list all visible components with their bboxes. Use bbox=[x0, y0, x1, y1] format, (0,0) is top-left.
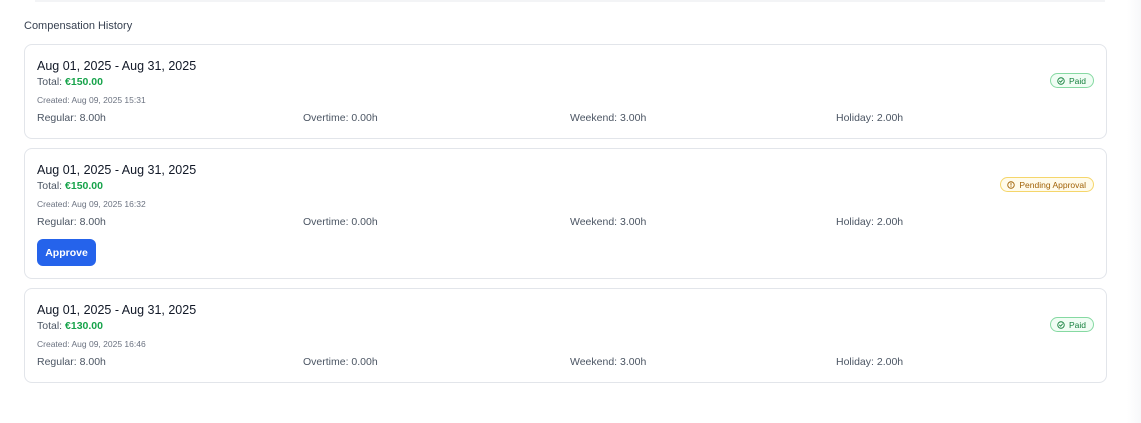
total-label: Total: bbox=[37, 320, 63, 332]
total-amount: €130.00 bbox=[65, 320, 103, 332]
compensation-card: Aug 01, 2025 - Aug 31, 2025 Total: €130.… bbox=[24, 288, 1107, 383]
created-timestamp: Created: Aug 09, 2025 16:32 bbox=[37, 199, 146, 209]
compensation-card: Aug 01, 2025 - Aug 31, 2025 Total: €150.… bbox=[24, 44, 1107, 139]
check-circle-icon bbox=[1057, 76, 1065, 85]
created-timestamp: Created: Aug 09, 2025 15:31 bbox=[37, 95, 146, 105]
overtime-hours: Overtime: 0.00h bbox=[303, 112, 378, 124]
holiday-hours: Holiday: 2.00h bbox=[836, 216, 904, 228]
total-label: Total: bbox=[37, 76, 63, 88]
pay-period: Aug 01, 2025 - Aug 31, 2025 bbox=[37, 303, 197, 317]
status-badge: Pending Approval bbox=[1000, 177, 1094, 192]
weekend-hours: Weekend: 3.00h bbox=[570, 112, 647, 124]
created-timestamp: Created: Aug 09, 2025 16:46 bbox=[37, 339, 146, 349]
overtime-hours: Overtime: 0.00h bbox=[303, 216, 378, 228]
holiday-hours: Holiday: 2.00h bbox=[836, 356, 904, 368]
overtime-hours: Overtime: 0.00h bbox=[303, 356, 378, 368]
total-line: Total: €150.00 bbox=[37, 180, 103, 192]
compensation-history-page: Compensation History Aug 01, 2025 - Aug … bbox=[0, 0, 1141, 423]
page-edge bbox=[1127, 0, 1141, 423]
weekend-hours: Weekend: 3.00h bbox=[570, 216, 647, 228]
total-amount: €150.00 bbox=[65, 76, 103, 88]
section-title: Compensation History bbox=[24, 20, 133, 32]
regular-hours: Regular: 8.00h bbox=[37, 112, 106, 124]
top-divider bbox=[35, 0, 1105, 2]
regular-hours: Regular: 8.00h bbox=[37, 216, 106, 228]
status-label: Pending Approval bbox=[1019, 179, 1086, 190]
pay-period: Aug 01, 2025 - Aug 31, 2025 bbox=[37, 163, 197, 177]
total-line: Total: €130.00 bbox=[37, 320, 103, 332]
total-line: Total: €150.00 bbox=[37, 76, 103, 88]
regular-hours: Regular: 8.00h bbox=[37, 356, 106, 368]
pay-period: Aug 01, 2025 - Aug 31, 2025 bbox=[37, 59, 197, 73]
total-label: Total: bbox=[37, 180, 63, 192]
weekend-hours: Weekend: 3.00h bbox=[570, 356, 647, 368]
total-amount: €150.00 bbox=[65, 180, 103, 192]
alert-circle-icon bbox=[1007, 180, 1016, 189]
status-badge: Paid bbox=[1049, 73, 1094, 88]
compensation-card: Aug 01, 2025 - Aug 31, 2025 Total: €150.… bbox=[24, 148, 1107, 279]
status-label: Paid bbox=[1068, 75, 1086, 86]
approve-button[interactable]: Approve bbox=[37, 239, 96, 266]
status-badge: Paid bbox=[1049, 317, 1094, 332]
status-label: Paid bbox=[1068, 319, 1086, 330]
holiday-hours: Holiday: 2.00h bbox=[836, 112, 904, 124]
check-circle-icon bbox=[1057, 320, 1065, 329]
